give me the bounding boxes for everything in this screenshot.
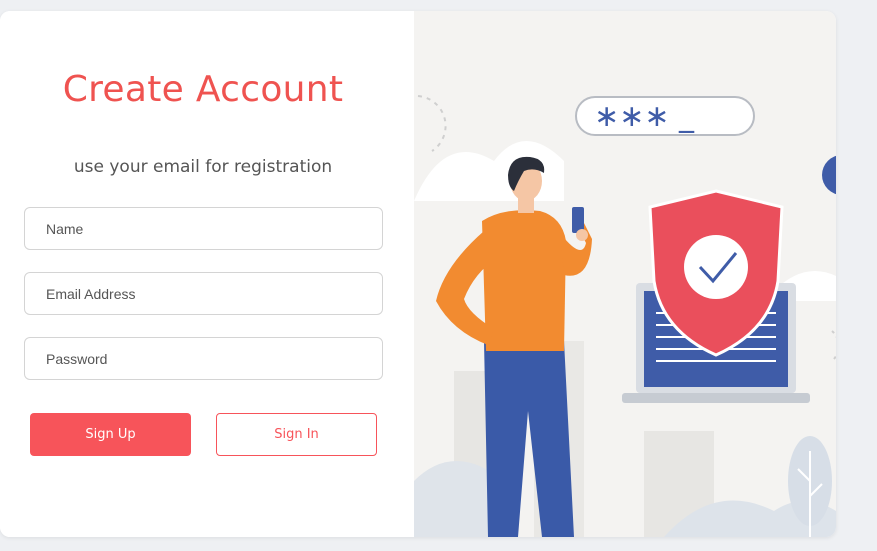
page-title: Create Account [62,69,344,110]
password-field-graphic: ∗∗∗ _ [575,96,755,136]
signup-form-panel: Create Account use your email for regist… [0,11,414,537]
name-field[interactable] [24,207,383,250]
sign-in-button[interactable]: Sign In [216,413,377,456]
illustration-canvas: ∗∗∗ _ [414,95,836,537]
password-mask-text: ∗∗∗ _ [594,99,695,134]
signup-card: Create Account use your email for regist… [0,11,836,537]
page-subtitle: use your email for registration [73,157,333,177]
email-field[interactable] [24,272,383,315]
password-field[interactable] [24,337,383,380]
sign-up-button[interactable]: Sign Up [30,413,191,456]
security-illustration: ∗∗∗ _ [414,11,836,537]
decor-circle [822,155,836,195]
